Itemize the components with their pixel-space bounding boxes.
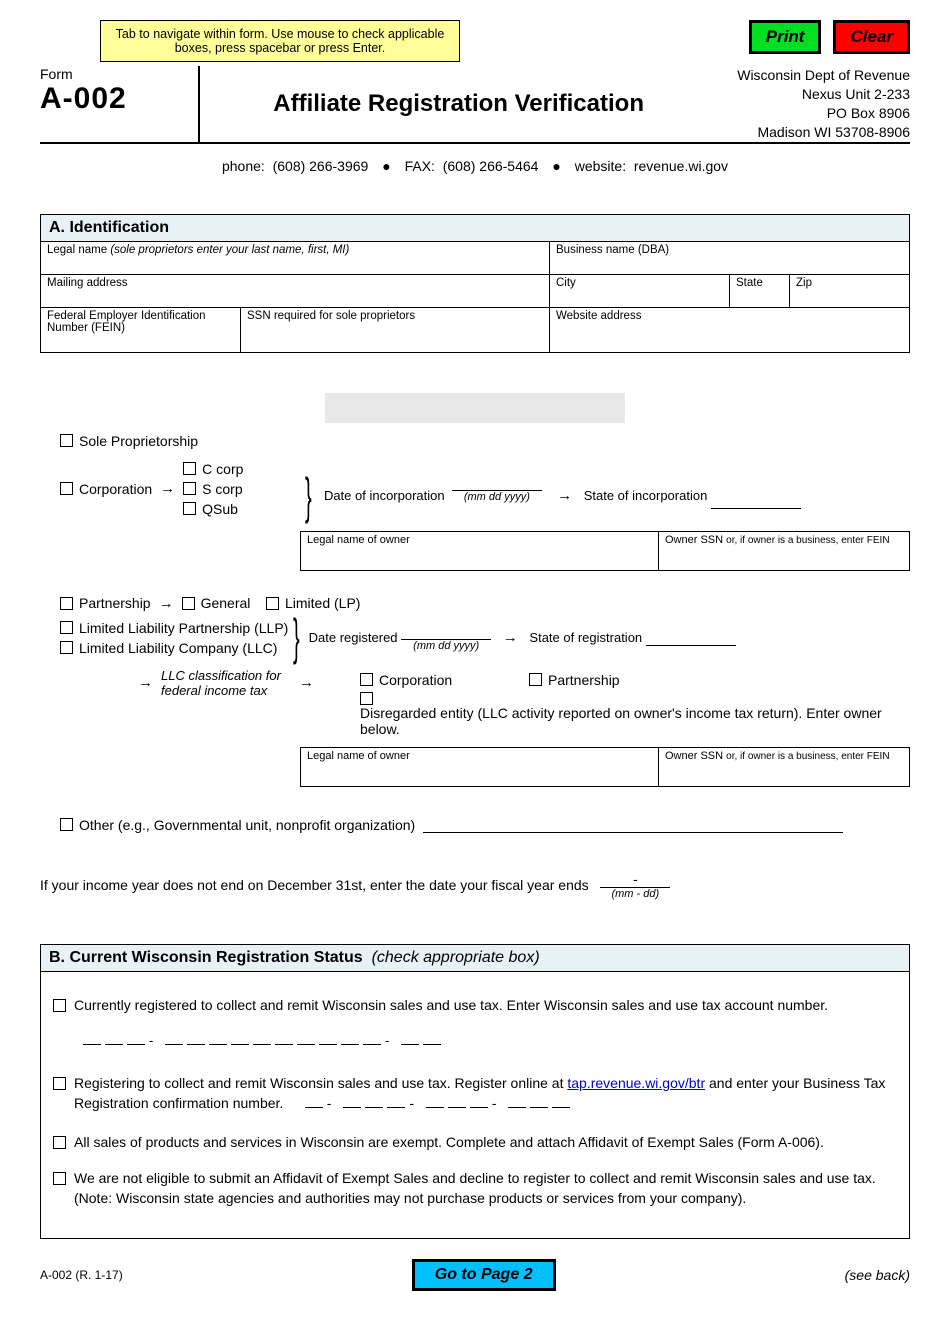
arrow-icon: → <box>503 629 518 646</box>
cb-ccorp[interactable] <box>183 462 196 475</box>
contact-line: phone: (608) 266-3969 ● FAX: (608) 266-5… <box>40 158 910 174</box>
ghost-field[interactable] <box>325 393 625 423</box>
arrow-icon: → <box>299 674 314 691</box>
field-owner-legal-1[interactable]: Legal name of owner <box>301 532 659 570</box>
dept-address: Wisconsin Dept of Revenue Nexus Unit 2-2… <box>717 66 910 142</box>
field-legal-name[interactable]: Legal name (sole proprietors enter your … <box>41 241 550 274</box>
cb-b1[interactable] <box>53 999 66 1012</box>
field-ssn[interactable]: SSN required for sole proprietors <box>241 307 550 352</box>
field-date-reg[interactable] <box>401 624 491 640</box>
field-date-inc[interactable] <box>452 475 542 491</box>
see-back: (see back) <box>845 1267 910 1283</box>
arrow-icon: → <box>159 595 174 612</box>
field-state-reg[interactable] <box>646 630 736 646</box>
field-state-inc[interactable] <box>711 493 801 509</box>
cb-corp[interactable] <box>60 482 73 495</box>
field-owner-legal-2[interactable]: Legal name of owner <box>301 748 659 786</box>
field-other[interactable] <box>423 817 843 833</box>
field-mailing[interactable]: Mailing address <box>41 274 550 307</box>
field-fein[interactable]: Federal Employer Identification Number (… <box>41 307 241 352</box>
field-fiscal-value[interactable]: - <box>600 871 670 888</box>
cb-b2[interactable] <box>53 1077 66 1090</box>
cb-class-corp[interactable] <box>360 673 373 686</box>
print-button[interactable]: Print <box>749 20 822 54</box>
arrow-icon: → <box>138 674 153 691</box>
cb-other[interactable] <box>60 818 73 831</box>
cb-qsub[interactable] <box>183 502 196 515</box>
cb-limited[interactable] <box>266 597 279 610</box>
cb-llp[interactable] <box>60 621 73 634</box>
arrow-icon: → <box>557 487 572 504</box>
section-a-head: A. Identification <box>40 214 910 241</box>
form-number: A-002 <box>40 82 178 116</box>
arrow-icon: → <box>160 480 175 497</box>
acct-number-1[interactable]: - - <box>81 1031 897 1048</box>
form-rev: A-002 (R. 1-17) <box>40 1268 123 1282</box>
section-b-head: B. Current Wisconsin Registration Status… <box>40 944 910 971</box>
field-owner-ssn-1[interactable]: Owner SSN or, if owner is a business, en… <box>659 532 909 570</box>
field-owner-ssn-2[interactable]: Owner SSN or, if owner is a business, en… <box>659 748 909 786</box>
cb-scorp[interactable] <box>183 482 196 495</box>
nav-hint: Tab to navigate within form. Use mouse t… <box>100 20 460 62</box>
cb-class-disr[interactable] <box>360 692 373 705</box>
btr-link[interactable]: tap.revenue.wi.gov/btr <box>567 1075 705 1091</box>
page-title: Affiliate Registration Verification <box>273 90 644 118</box>
cb-class-part[interactable] <box>529 673 542 686</box>
field-dba[interactable]: Business name (DBA) <box>550 241 910 274</box>
confirm-number[interactable]: - - - <box>303 1095 573 1111</box>
brace-icon: } <box>293 625 300 650</box>
field-city[interactable]: City <box>550 274 730 307</box>
cb-llc[interactable] <box>60 641 73 654</box>
form-label: Form <box>40 66 178 82</box>
go-page-2-button[interactable]: Go to Page 2 <box>412 1259 556 1291</box>
field-website[interactable]: Website address <box>550 307 910 352</box>
cb-partnership[interactable] <box>60 597 73 610</box>
cb-general[interactable] <box>182 597 195 610</box>
cb-b3[interactable] <box>53 1136 66 1149</box>
clear-button[interactable]: Clear <box>833 20 910 54</box>
cb-b4[interactable] <box>53 1172 66 1185</box>
field-zip[interactable]: Zip <box>790 274 910 307</box>
brace-icon: } <box>305 484 312 509</box>
field-state[interactable]: State <box>730 274 790 307</box>
cb-sole[interactable] <box>60 434 73 447</box>
